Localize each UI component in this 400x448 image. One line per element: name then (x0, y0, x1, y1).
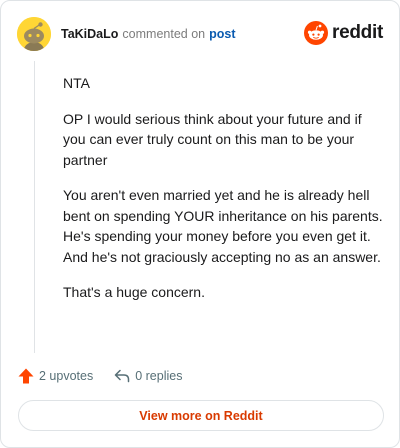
reply-arrow-icon (114, 369, 130, 383)
comment-paragraph: OP I would serious think about your futu… (63, 110, 362, 168)
comment-paragraph: That's a huge concern. (63, 284, 205, 300)
embedded-comment-card: TaKiDaLo commented on post reddit NTA OP… (0, 0, 400, 448)
user-avatar[interactable] (17, 17, 51, 51)
reply-button[interactable]: 0 replies (113, 367, 182, 385)
upvote-arrow-icon (18, 368, 34, 384)
reddit-wordmark: reddit (332, 22, 383, 43)
comment-body: NTA OP I would serious think about your … (63, 73, 385, 318)
reply-count: 0 replies (135, 369, 183, 383)
reddit-logo-icon (304, 21, 329, 45)
comment-header: TaKiDaLo commented on post reddit (17, 17, 383, 51)
username[interactable]: TaKiDaLo (61, 27, 118, 41)
commented-on-label: commented on (122, 27, 206, 41)
comment-actions: 2 upvotes 0 replies (17, 365, 202, 387)
view-more-button[interactable]: View more on Reddit (18, 400, 384, 431)
post-link[interactable]: post (209, 27, 235, 41)
reddit-brand[interactable]: reddit (304, 21, 383, 45)
upvote-button[interactable]: 2 upvotes (17, 367, 93, 385)
comment-meta: TaKiDaLo commented on post (61, 27, 236, 41)
upvote-count: 2 upvotes (39, 369, 94, 383)
comment-paragraph: NTA (63, 75, 90, 91)
comment-paragraph: You aren't even married yet and he is al… (63, 187, 383, 265)
thread-line (34, 61, 35, 353)
snoo-avatar-icon (17, 17, 51, 51)
